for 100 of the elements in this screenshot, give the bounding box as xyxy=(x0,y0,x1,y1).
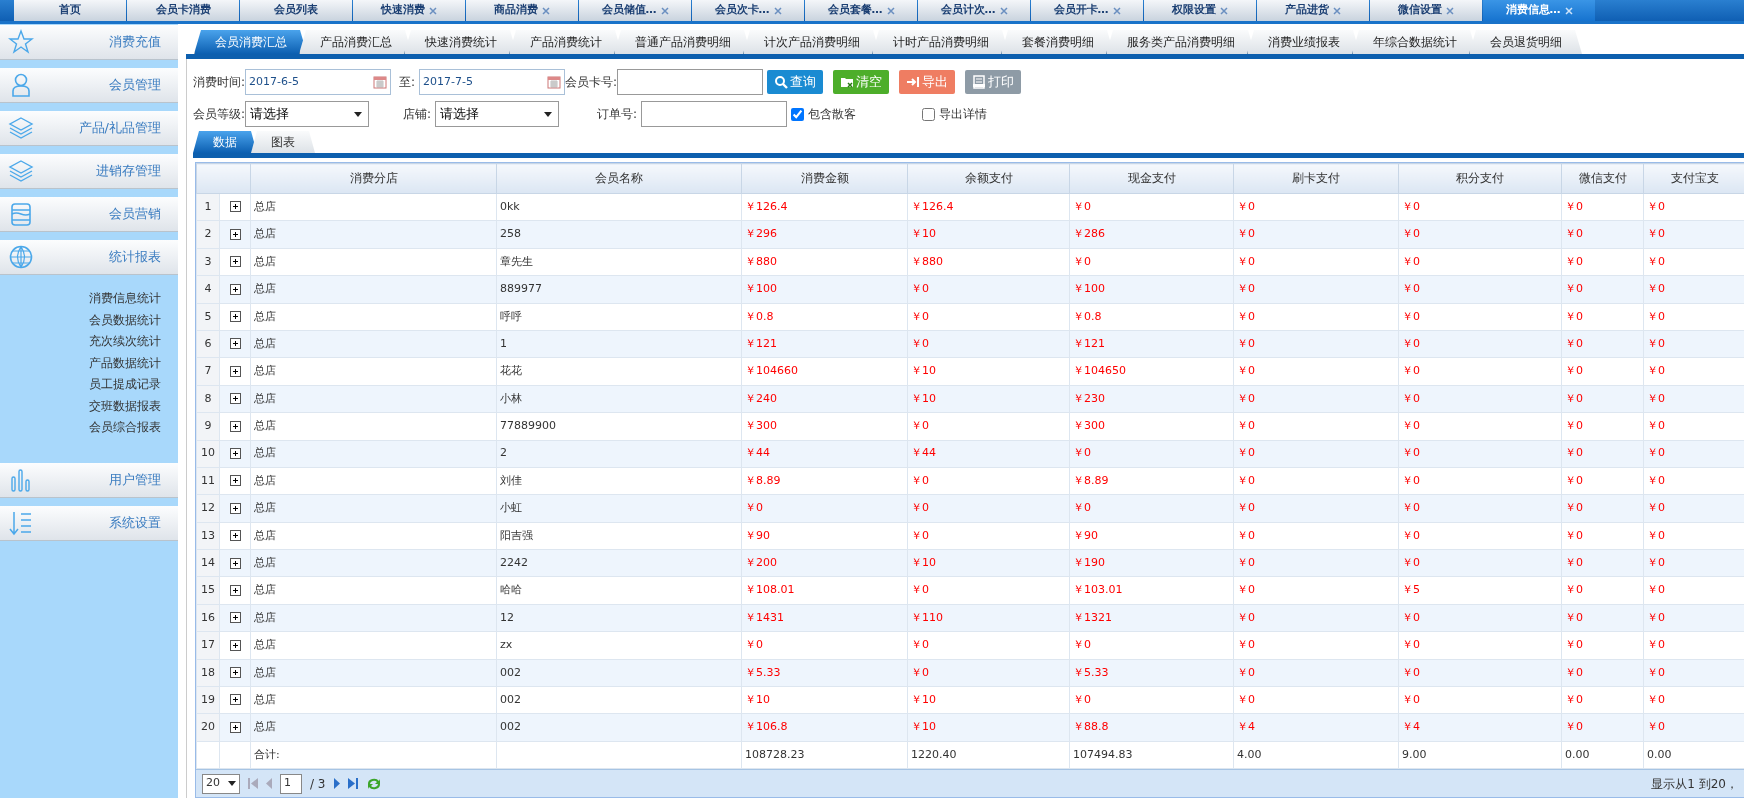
window-tab[interactable]: 会员卡消费 xyxy=(127,0,239,21)
close-icon xyxy=(542,6,550,15)
table-cell: ￥0 xyxy=(907,330,1070,358)
column-header: 积分支付 xyxy=(1398,163,1562,194)
window-tab[interactable]: 会员次卡… xyxy=(692,0,804,21)
window-tab[interactable]: 快速消费 xyxy=(353,0,465,21)
submenu-item[interactable]: 交班数据报表 xyxy=(0,395,161,417)
select-field[interactable]: 请选择 xyxy=(245,101,370,127)
total-cell: 1220.40 xyxy=(907,741,1070,769)
sidebar-item[interactable]: 会员管理 xyxy=(0,68,178,103)
expand-icon[interactable] xyxy=(229,612,241,624)
window-tab[interactable]: 会员列表 xyxy=(240,0,352,21)
table-cell: 258 xyxy=(496,220,742,249)
action-button[interactable]: 查询 xyxy=(767,70,824,94)
expand-icon[interactable] xyxy=(229,447,241,459)
field-label: 消费时间: xyxy=(193,74,246,91)
window-tab[interactable]: 商品消费 xyxy=(466,0,578,21)
table-cell: ￥0 xyxy=(1643,604,1744,632)
submenu-item[interactable]: 会员数据统计 xyxy=(0,309,161,331)
table-cell: ￥10 xyxy=(907,220,1070,249)
table-cell: ￥0.8 xyxy=(1069,303,1234,331)
window-tab[interactable]: 会员计次… xyxy=(918,0,1030,21)
card-number-field[interactable] xyxy=(617,69,764,95)
table-cell: ￥0 xyxy=(1233,659,1399,687)
page-size-select[interactable]: 20 xyxy=(202,773,240,794)
sidebar-item[interactable]: 用户管理 xyxy=(0,462,178,498)
row-number: 11 xyxy=(196,467,220,495)
sidebar-item[interactable]: 会员营销 xyxy=(0,197,178,232)
sidebar-item[interactable]: 产品/礼品管理 xyxy=(0,111,178,146)
window-tab[interactable]: 会员开卡… xyxy=(1031,0,1143,21)
window-tab[interactable]: 会员储值… xyxy=(579,0,691,21)
view-tab[interactable]: 图表 xyxy=(251,131,315,153)
table-cell: 002 xyxy=(496,686,742,714)
submenu-item[interactable]: 产品数据统计 xyxy=(0,352,161,374)
submenu-item[interactable]: 消费信息统计 xyxy=(0,288,161,310)
expand-icon[interactable] xyxy=(229,201,241,213)
column-header: 现金支付 xyxy=(1069,163,1234,194)
page-number-field[interactable]: 1 xyxy=(280,773,302,794)
table-cell: 小林 xyxy=(496,385,742,413)
expand-icon[interactable] xyxy=(229,502,241,514)
expand-icon[interactable] xyxy=(229,721,241,733)
expand-icon[interactable] xyxy=(229,256,241,268)
table-cell: ￥10 xyxy=(741,686,908,714)
expand-icon[interactable] xyxy=(229,365,241,377)
table-cell: ￥0 xyxy=(1398,631,1562,660)
table-cell: ￥0 xyxy=(1069,494,1234,523)
table-cell: ￥10 xyxy=(907,713,1070,742)
expand-icon[interactable] xyxy=(229,639,241,651)
order-number-field[interactable] xyxy=(641,101,788,127)
window-tab[interactable]: 权限设置 xyxy=(1144,0,1256,21)
table-cell: ￥0 xyxy=(1233,220,1399,249)
sidebar-item[interactable]: 消费充值 xyxy=(0,25,178,60)
table-cell: ￥110 xyxy=(907,604,1070,632)
expand-icon[interactable] xyxy=(229,530,241,542)
date-field[interactable]: 2017-6-5 xyxy=(245,69,392,95)
row-number: 20 xyxy=(196,713,220,742)
report-tab[interactable]: 会员退货明细 xyxy=(1469,30,1582,54)
window-tab[interactable]: 产品进货 xyxy=(1257,0,1369,21)
submenu-item[interactable]: 会员综合报表 xyxy=(0,417,161,439)
date-field[interactable]: 2017-7-5 xyxy=(419,69,566,95)
submenu-item[interactable]: 员工提成记录 xyxy=(0,374,161,396)
checkbox-label: 导出详情 xyxy=(939,106,988,123)
window-tab[interactable]: 微信设置 xyxy=(1370,0,1482,21)
expand-icon[interactable] xyxy=(229,420,241,432)
page-count: / 3 xyxy=(310,775,326,793)
expand-icon[interactable] xyxy=(229,228,241,240)
sidebar-item[interactable]: 系统设置 xyxy=(0,505,178,541)
expand-icon[interactable] xyxy=(229,475,241,487)
table-cell: ￥0 xyxy=(1643,440,1744,468)
expand-icon[interactable] xyxy=(229,557,241,569)
next-page-icon xyxy=(333,778,340,790)
table-cell: 总店 xyxy=(250,713,497,742)
window-tab[interactable]: 会员套餐… xyxy=(805,0,917,21)
window-tab[interactable]: 消费信息… xyxy=(1483,0,1595,21)
sidebar-item[interactable]: 统计报表 xyxy=(0,240,178,275)
checkbox[interactable] xyxy=(922,107,936,121)
expand-icon[interactable] xyxy=(229,283,241,295)
table-cell: ￥0 xyxy=(1398,193,1562,221)
window-tab[interactable]: 首页 xyxy=(14,0,126,21)
expand-icon[interactable] xyxy=(229,311,241,322)
table-cell: ￥0 xyxy=(1233,248,1399,276)
checkbox[interactable] xyxy=(791,107,805,121)
table-cell: ￥0 xyxy=(1643,549,1744,577)
table-cell: 0kk xyxy=(496,193,742,221)
select-field[interactable]: 请选择 xyxy=(435,101,560,127)
caret-icon xyxy=(228,781,236,787)
checkbox-label: 包含散客 xyxy=(808,106,857,123)
expand-icon[interactable] xyxy=(229,393,241,405)
globe-icon xyxy=(8,244,34,270)
expand-icon[interactable] xyxy=(229,338,241,350)
submenu-item[interactable]: 充次续次统计 xyxy=(0,331,161,353)
expand-icon[interactable] xyxy=(229,694,241,706)
total-cell: 108728.23 xyxy=(741,741,908,769)
expand-icon[interactable] xyxy=(229,667,241,679)
sidebar-item[interactable]: 进销存管理 xyxy=(0,154,178,189)
export-icon xyxy=(906,75,921,89)
table-cell: 总店 xyxy=(250,686,497,714)
table-cell: ￥44 xyxy=(741,440,908,468)
table-cell: ￥296 xyxy=(741,220,908,249)
expand-icon[interactable] xyxy=(229,584,241,596)
